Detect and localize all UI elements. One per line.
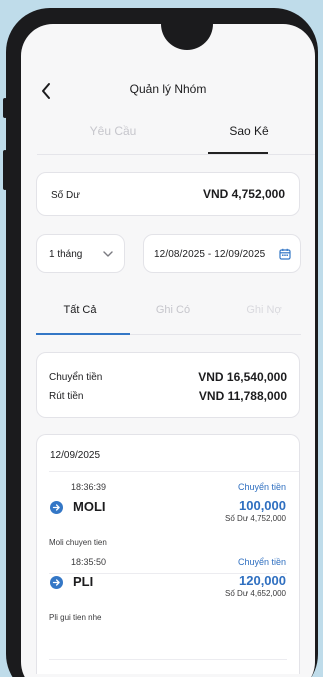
period-dropdown[interactable]: 1 tháng [36,234,125,273]
transaction-note: Moli chuyen tien [49,538,107,547]
transaction-divider [49,659,287,660]
phone-frame: Quản lý Nhóm Yêu Cầu Sao Kê Số Dư VND 4,… [3,8,318,677]
arrow-right-circle-icon [50,501,63,514]
date-divider [49,471,299,472]
calendar-icon[interactable] [279,248,291,260]
summary-withdraw-row: Rút tiền VND 11,788,000 [49,389,287,405]
phone-notch [161,24,213,50]
filter-divider [130,334,301,335]
filter-tab-debit[interactable]: Ghi Nợ [219,304,309,316]
filter-tab-all[interactable]: Tất Cả [35,304,125,316]
balance-label: Số Dư [51,190,80,201]
transaction-time: 18:36:39 [71,482,107,492]
transaction-type: Chuyển tiền [237,557,286,567]
date-range-picker[interactable]: 12/08/2025 - 12/09/2025 [143,234,301,273]
transaction-name: MOLI [73,499,106,514]
page-title: Quản lý Nhóm [129,82,207,96]
arrow-right-circle-icon [50,576,63,589]
transaction-date-header: 12/09/2025 [50,450,101,461]
summary-card: Chuyển tiền VND 16,540,000 Rút tiền VND … [36,352,300,418]
transaction-type: Chuyển tiền [237,482,286,492]
transaction-balance: Số Dư 4,752,000 [225,514,286,523]
summary-transfer-row: Chuyển tiền VND 16,540,000 [49,370,287,386]
tab-divider [37,154,315,155]
transaction-amount: 120,000 [239,573,286,588]
period-value: 1 tháng [49,249,83,260]
balance-card: Số Dư VND 4,752,000 [36,172,300,216]
tab-requests[interactable]: Yêu Cầu [53,124,173,138]
transfer-label: Chuyển tiền [49,372,103,383]
transaction-note: Pli gui tien nhe [49,613,102,622]
top-tab-bar: Yêu Cầu Sao Kê [21,124,315,158]
transaction-amount: 100,000 [239,498,286,513]
transaction-time: 18:35:50 [71,557,107,567]
date-range-value: 12/08/2025 - 12/09/2025 [154,249,266,260]
withdraw-value: VND 11,788,000 [198,389,287,403]
transaction-list: 12/09/2025 18:36:39 Chuyển tiền MOLI 100… [36,434,300,674]
withdraw-label: Rút tiền [49,391,84,402]
balance-value: VND 4,752,000 [202,187,285,201]
active-filter-indicator [36,333,130,335]
transaction-balance: Số Dư 4,652,000 [225,589,286,598]
chevron-down-icon [103,251,113,257]
transaction-item[interactable]: 18:35:50 Chuyển tiền PLI 120,000 Số Dư 4… [37,557,299,653]
transfer-value: VND 16,540,000 [198,370,287,384]
transaction-name: PLI [73,574,94,589]
app-screen: Quản lý Nhóm Yêu Cầu Sao Kê Số Dư VND 4,… [21,24,315,677]
phone-side-button [3,98,7,118]
tab-statement[interactable]: Sao Kê [189,124,309,138]
filter-tab-bar: Tất Cả Ghi Có Ghi Nợ [21,304,315,334]
filter-tab-credit[interactable]: Ghi Có [128,304,218,316]
phone-volume-button [3,150,7,190]
